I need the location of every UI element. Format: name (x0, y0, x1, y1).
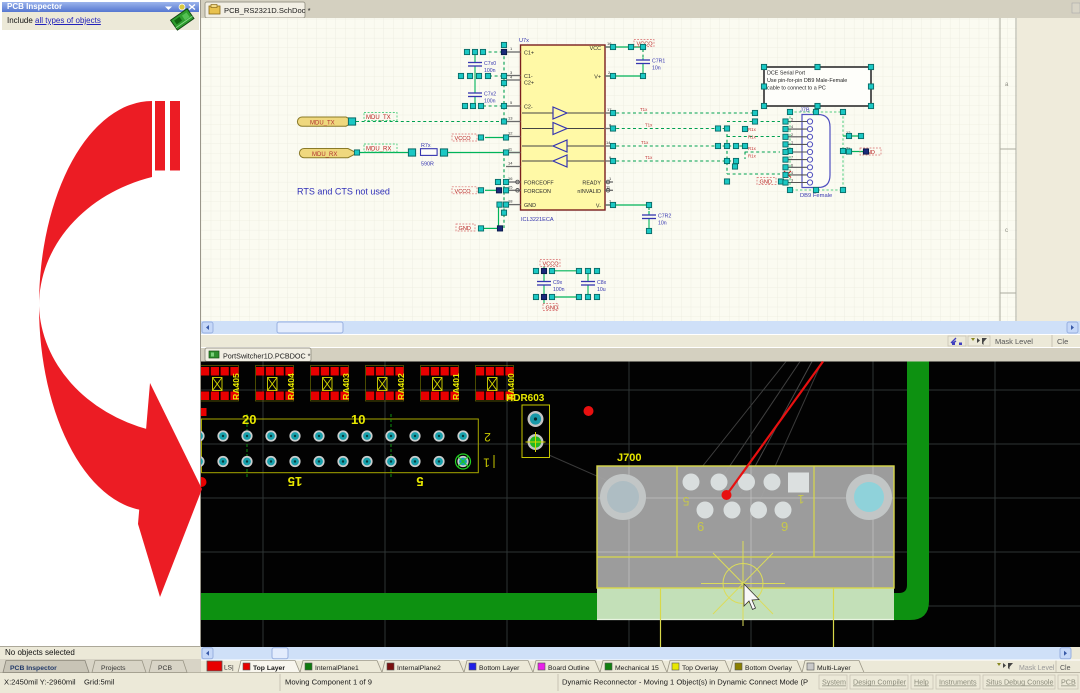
svg-text:PCB_RS2321D.SchDoc *: PCB_RS2321D.SchDoc * (224, 6, 311, 15)
svg-text:10: 10 (351, 412, 365, 427)
svg-text:5: 5 (791, 118, 793, 122)
svg-text:MDU_TX: MDU_TX (366, 115, 391, 121)
svg-text:T1x: T1x (640, 107, 648, 112)
svg-text:C7R1: C7R1 (652, 59, 665, 65)
svg-text:T1x: T1x (641, 140, 649, 145)
svg-text:GND: GND (760, 180, 772, 186)
svg-text:R1x: R1x (748, 146, 757, 151)
svg-text:Dynamic Reconnector - Moving 1: Dynamic Reconnector - Moving 1 Object(s)… (562, 678, 808, 687)
svg-text:c: c (1005, 228, 1008, 234)
svg-text:15: 15 (288, 474, 302, 489)
svg-text:DCE Serial Port: DCE Serial Port (767, 71, 806, 77)
svg-text:R1x: R1x (748, 127, 757, 132)
svg-text:GND: GND (459, 226, 471, 232)
svg-text:Grid:5mil: Grid:5mil (84, 678, 115, 687)
svg-text:MDU_TX: MDU_TX (310, 120, 335, 126)
svg-text:FORCEOFF: FORCEOFF (524, 181, 554, 187)
svg-text:5: 5 (682, 494, 689, 508)
svg-text:VCCO: VCCO (543, 262, 560, 268)
svg-text:VCCO: VCCO (455, 189, 472, 195)
svg-text:C1+: C1+ (524, 51, 534, 57)
svg-text:X:2450mil Y:-2960mil: X:2450mil Y:-2960mil (4, 678, 76, 687)
svg-text:C9x: C9x (553, 280, 563, 286)
svg-text:T1x: T1x (645, 155, 653, 160)
svg-text:100n: 100n (553, 287, 565, 293)
svg-text:J7B: J7B (800, 108, 810, 114)
svg-text:GND: GND (546, 306, 558, 312)
svg-text:C8x: C8x (597, 280, 607, 286)
svg-text:VCC: VCC (590, 46, 601, 52)
svg-text:Cle: Cle (1057, 337, 1068, 346)
svg-text:1: 1 (797, 492, 804, 506)
svg-text:RTS and CTS not used: RTS and CTS not used (297, 187, 390, 197)
svg-text:Projects: Projects (101, 665, 126, 672)
svg-text:2: 2 (484, 430, 491, 444)
svg-text:14: 14 (508, 161, 513, 166)
svg-text:V+: V+ (594, 75, 601, 81)
svg-text:HDR603: HDR603 (506, 393, 545, 404)
svg-text:R7x: R7x (421, 143, 431, 149)
svg-text:nINVALID: nINVALID (577, 189, 601, 195)
svg-text:MDU_RX: MDU_RX (312, 152, 337, 158)
svg-text:1: 1 (791, 140, 793, 144)
svg-text:10u: 10u (597, 287, 606, 293)
svg-text:PCB: PCB (1061, 678, 1076, 687)
svg-text:T1x: T1x (645, 123, 653, 128)
svg-text:13: 13 (508, 116, 513, 121)
svg-text:10n: 10n (658, 221, 667, 227)
svg-text:cable to connect to a PC: cable to connect to a PC (767, 86, 826, 92)
svg-text:Mask Level: Mask Level (995, 337, 1033, 346)
svg-text:U7x: U7x (519, 38, 529, 44)
svg-text:PCB: PCB (158, 665, 172, 672)
svg-text:4: 4 (791, 125, 793, 129)
svg-text:C7x2: C7x2 (484, 92, 496, 98)
svg-text:1: 1 (483, 455, 490, 469)
svg-text:C2+: C2+ (524, 81, 534, 87)
svg-text:ICL3221ECA: ICL3221ECA (521, 217, 554, 223)
svg-text:Help: Help (914, 678, 929, 687)
svg-text:100n: 100n (484, 99, 496, 105)
svg-text:VCCO: VCCO (455, 136, 472, 142)
svg-text:20: 20 (242, 412, 256, 427)
svg-text:Moving Component 1 of 9: Moving Component 1 of 9 (285, 678, 372, 687)
svg-text:GND: GND (524, 203, 536, 209)
svg-text:RA403: RA403 (341, 373, 351, 400)
svg-text:R1x: R1x (748, 135, 757, 140)
svg-text:RA404: RA404 (286, 373, 296, 400)
svg-text:J700: J700 (617, 452, 641, 464)
svg-text:2: 2 (791, 133, 793, 137)
svg-text:590R: 590R (421, 162, 434, 168)
svg-text:RA405: RA405 (231, 373, 241, 400)
svg-text:DB9 Female: DB9 Female (800, 193, 832, 199)
svg-text:C2-: C2- (524, 105, 533, 111)
svg-text:MDU_RX: MDU_RX (366, 147, 391, 153)
svg-text:System: System (822, 678, 846, 687)
svg-text:4: 4 (791, 171, 793, 175)
svg-text:Situs Debug Console: Situs Debug Console (986, 678, 1054, 687)
svg-text:10n: 10n (652, 66, 661, 72)
svg-text:5: 5 (416, 474, 423, 489)
svg-text:Instruments: Instruments (939, 678, 977, 687)
svg-text:6: 6 (697, 519, 704, 534)
svg-text:C1-: C1- (524, 74, 533, 80)
svg-text:READY: READY (582, 181, 601, 187)
svg-text:PCB Inspector: PCB Inspector (10, 665, 57, 672)
svg-text:Use pin-for-pin DB9 Male-Femal: Use pin-for-pin DB9 Male-Female (767, 78, 847, 84)
svg-text:FORCEON: FORCEON (524, 189, 551, 195)
svg-text:C7R2: C7R2 (658, 214, 671, 220)
svg-text:RA402: RA402 (396, 373, 406, 400)
svg-text:R1x: R1x (748, 154, 757, 159)
svg-text:3: 3 (791, 179, 793, 183)
svg-text:Design Compiler: Design Compiler (853, 678, 907, 687)
svg-text:PortSwitcher1D.PCBDOC *: PortSwitcher1D.PCBDOC * (223, 352, 311, 361)
svg-text:RA401: RA401 (451, 373, 461, 400)
svg-text:C7x0: C7x0 (484, 61, 496, 67)
svg-text:7: 7 (791, 156, 793, 160)
svg-text:6: 6 (791, 163, 793, 167)
svg-text:V-: V- (596, 204, 601, 210)
svg-text:9: 9 (781, 519, 788, 534)
